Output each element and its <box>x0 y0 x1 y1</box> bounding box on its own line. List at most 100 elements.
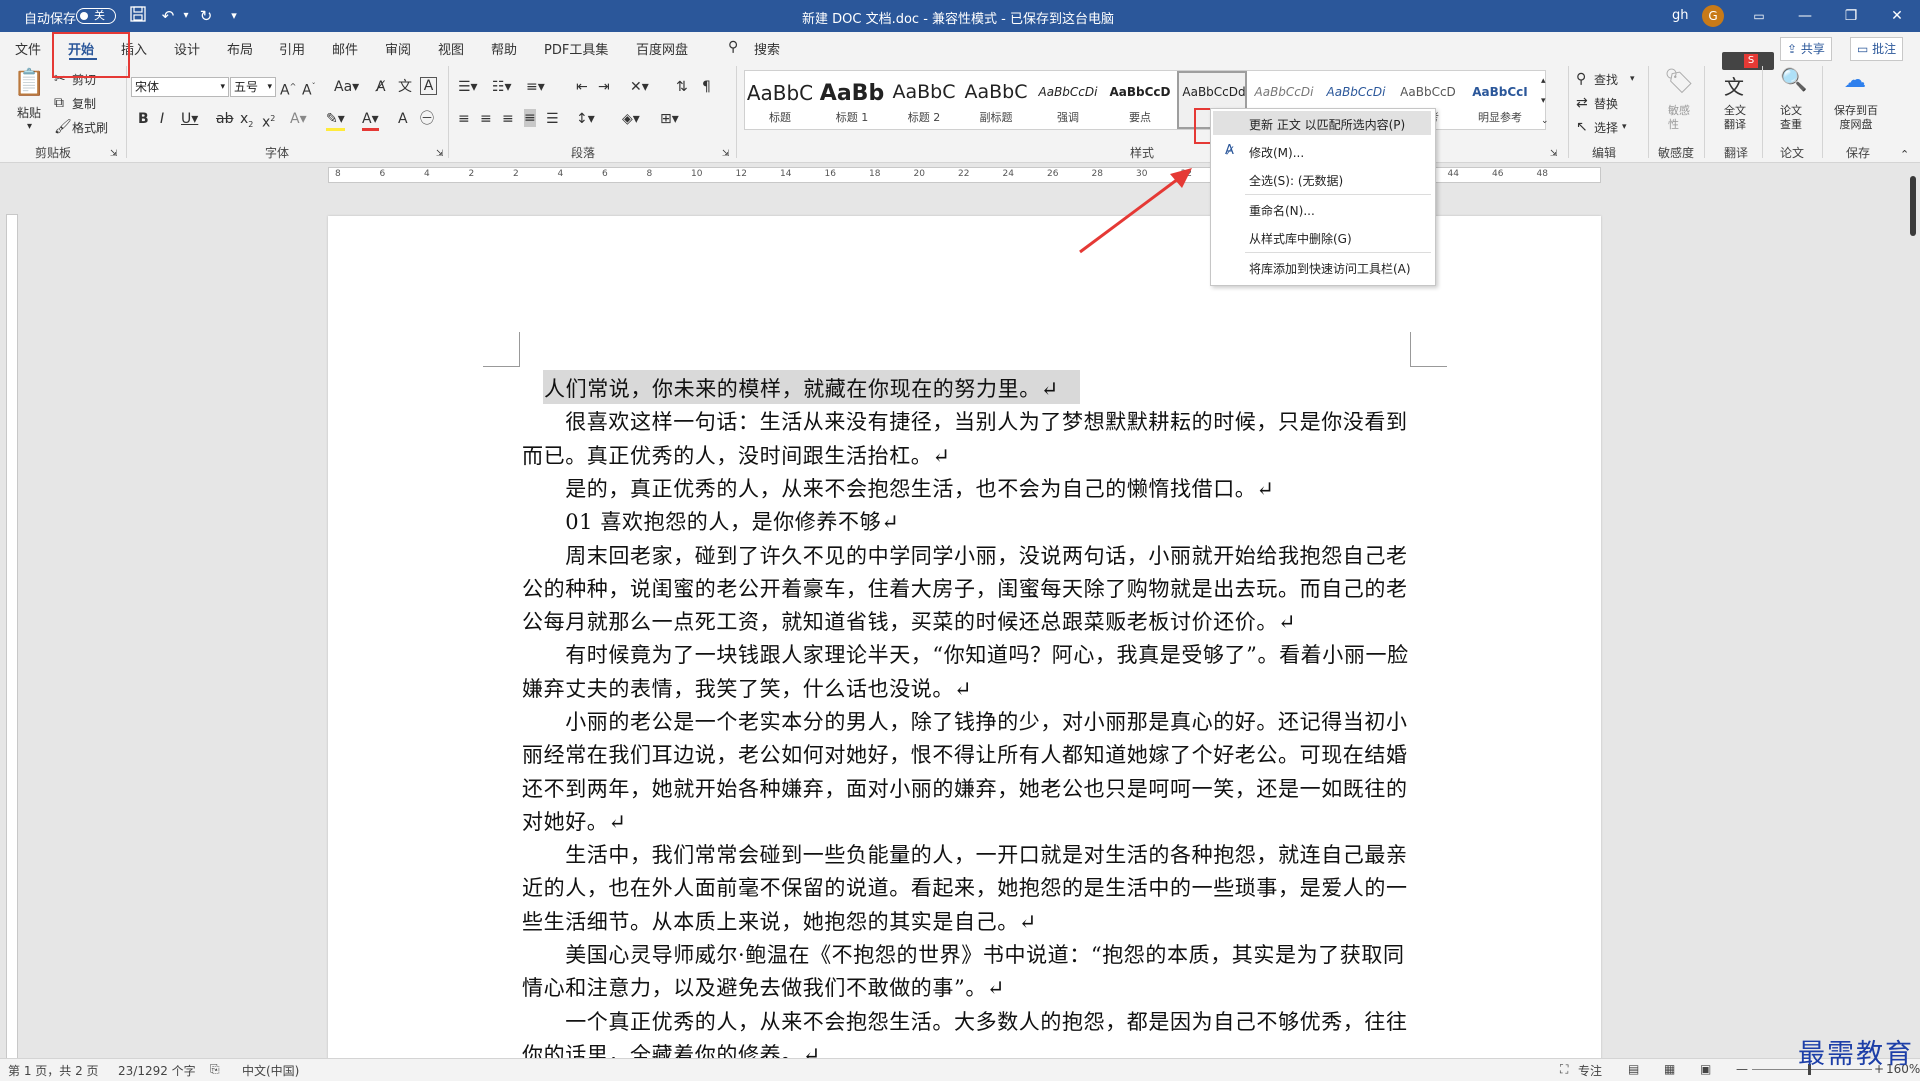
increase-indent-icon[interactable]: ⇥ <box>598 78 610 96</box>
find-button[interactable]: 查找 <box>1594 71 1618 88</box>
baidu-cloud-icon[interactable]: ☁ <box>1844 70 1866 92</box>
tab-view[interactable]: 视图 <box>438 39 464 58</box>
style-title[interactable]: AaBbC 标题 <box>745 71 815 129</box>
format-painter-icon[interactable]: 🖌 <box>54 118 72 136</box>
menu-item-modify[interactable]: 修改(M)... <box>1249 144 1304 161</box>
gallery-up-icon[interactable]: ▴ <box>1541 72 1546 90</box>
tab-review[interactable]: 审阅 <box>385 39 411 58</box>
highlight-icon[interactable]: ✎▾ <box>326 110 345 131</box>
replace-button[interactable]: 替换 <box>1594 95 1618 112</box>
vertical-ruler[interactable] <box>6 214 18 1064</box>
align-left-icon[interactable]: ≡ <box>458 110 470 128</box>
find-dropdown-icon[interactable]: ▾ <box>1630 70 1635 88</box>
save-icon[interactable] <box>128 6 148 26</box>
font-size-select[interactable]: 五号 ▾ <box>230 77 276 97</box>
copy-icon[interactable]: ⧉ <box>54 94 64 112</box>
paragraph-launcher-icon[interactable]: ⇲ <box>722 145 730 163</box>
font-color-icon[interactable]: A▾ <box>362 110 379 131</box>
print-layout-icon[interactable]: ▦ <box>1664 1062 1675 1076</box>
proofing-icon[interactable]: ⎘ <box>210 1062 220 1077</box>
minimize-icon[interactable]: — <box>1782 0 1828 32</box>
find-icon[interactable]: ⚲ <box>1576 70 1586 88</box>
bold-icon[interactable]: B <box>138 110 149 128</box>
search-label[interactable]: 搜索 <box>754 39 780 58</box>
document-paragraph[interactable]: 小丽的老公是一个老实本分的男人，除了钱挣的少，对小丽那是真心的好。还记得当初小丽… <box>522 706 1410 839</box>
tab-design[interactable]: 设计 <box>174 39 200 58</box>
document-paragraph[interactable]: 01 喜欢抱怨的人，是你修养不够↵ <box>522 506 1410 539</box>
paper-check-button[interactable]: 论文查重 <box>1780 104 1808 132</box>
close-icon[interactable]: ✕ <box>1874 0 1920 32</box>
undo-icon[interactable]: ↶ <box>158 6 178 26</box>
undo-dropdown-icon[interactable]: ▾ <box>176 6 196 26</box>
paste-dropdown-icon[interactable]: ▾ <box>27 118 32 136</box>
clipboard-launcher-icon[interactable]: ⇲ <box>110 145 118 163</box>
autosave-toggle[interactable]: 关 <box>76 8 116 24</box>
text-effects-icon[interactable]: A▾ <box>290 110 307 128</box>
read-mode-icon[interactable]: ▤ <box>1628 1062 1639 1076</box>
save-baidu-button[interactable]: 保存到百度网盘 <box>1834 104 1878 132</box>
styles-launcher-icon[interactable]: ⇲ <box>1550 145 1558 163</box>
document-paragraph[interactable]: 生活中，我们常常会碰到一些负能量的人，一开口就是对生活的各种抱怨，就连自己最亲近… <box>522 839 1410 939</box>
language-indicator[interactable]: 中文(中国) <box>242 1062 299 1079</box>
font-name-select[interactable]: 宋体 ▾ <box>131 77 229 97</box>
zoom-out-icon[interactable]: — <box>1736 1062 1748 1076</box>
focus-mode[interactable]: 专注 <box>1578 1062 1602 1079</box>
style-emphasis[interactable]: AaBbCcDi 强调 <box>1033 71 1103 129</box>
comments-button[interactable]: ▭ 批注 <box>1850 37 1904 61</box>
decrease-indent-icon[interactable]: ⇤ <box>576 78 588 96</box>
sensitivity-icon[interactable]: 🏷 <box>1664 69 1694 93</box>
tab-references[interactable]: 引用 <box>279 39 305 58</box>
enclose-char-icon[interactable]: ㊀ <box>420 110 434 128</box>
document-paragraph[interactable]: 是的，真正优秀的人，从来不会抱怨生活，也不会为自己的懒惰找借口。↵ <box>522 473 1410 506</box>
style-subtitle[interactable]: AaBbC 副标题 <box>961 71 1031 129</box>
gallery-down-icon[interactable]: ▾ <box>1541 92 1546 110</box>
shrink-font-icon[interactable]: Aˇ <box>302 78 316 100</box>
selected-paragraph[interactable]: 人们常说，你未来的模样，就藏在你现在的努力里。↵ <box>544 373 1432 406</box>
phonetic-guide-icon[interactable]: 文 <box>398 78 412 96</box>
gallery-more-icon[interactable]: ⌄ <box>1541 112 1549 130</box>
share-button[interactable]: ⇪ 共享 <box>1780 37 1832 61</box>
translate-button[interactable]: 全文翻译 <box>1724 104 1752 132</box>
char-border-icon[interactable]: A <box>420 77 437 95</box>
align-center-icon[interactable]: ≡ <box>480 110 492 128</box>
menu-item-add-to-qat[interactable]: 将库添加到快速访问工具栏(A) <box>1249 260 1411 277</box>
change-case-icon[interactable]: Aa▾ <box>334 78 359 96</box>
scrollbar-thumb[interactable] <box>1910 176 1916 236</box>
menu-item-remove-from-gallery[interactable]: 从样式库中删除(G) <box>1249 230 1352 247</box>
tab-help[interactable]: 帮助 <box>491 39 517 58</box>
replace-icon[interactable]: ⇄ <box>1576 94 1588 112</box>
tab-layout[interactable]: 布局 <box>227 39 253 58</box>
menu-item-update-style[interactable]: 更新 正文 以匹配所选内容(P) <box>1249 116 1405 133</box>
tab-baidu-netdisk[interactable]: 百度网盘 <box>636 39 688 58</box>
document-paragraph[interactable]: 美国心灵导师威尔·鲍温在《不抱怨的世界》书中说道：“抱怨的本质，其实是为了获取同… <box>522 939 1410 1006</box>
clear-format-icon[interactable]: A̸ <box>376 78 386 96</box>
char-shading-icon[interactable]: A <box>398 110 408 128</box>
numbering-icon[interactable]: ☷▾ <box>492 78 512 96</box>
line-spacing-icon[interactable]: ↕▾ <box>576 110 595 128</box>
document-paragraph[interactable]: 有时候竟为了一块钱跟人家理论半天，“你知道吗？阿心，我真是受够了”。看着小丽一脸… <box>522 639 1410 706</box>
translate-widget[interactable]: S <box>1722 52 1774 70</box>
document-paragraph[interactable]: 很喜欢这样一句话：生活从来没有捷径，当别人为了梦想默默耕耘的时候，只是你没看到而… <box>522 406 1410 473</box>
font-launcher-icon[interactable]: ⇲ <box>436 145 444 163</box>
italic-icon[interactable]: I <box>160 110 164 128</box>
menu-item-rename[interactable]: 重命名(N)... <box>1249 202 1315 219</box>
select-dropdown-icon[interactable]: ▾ <box>1622 118 1627 136</box>
vertical-scrollbar[interactable] <box>1906 172 1920 1062</box>
format-painter-button[interactable]: 格式刷 <box>72 119 108 136</box>
avatar[interactable]: G <box>1702 5 1724 27</box>
user-name[interactable]: gh <box>1672 8 1689 23</box>
multilevel-list-icon[interactable]: ≡▾ <box>526 78 545 96</box>
style-heading2[interactable]: AaBbC 标题 2 <box>889 71 959 129</box>
word-count[interactable]: 23/1292 个字 <box>118 1062 196 1079</box>
shading-icon[interactable]: ◈▾ <box>622 110 640 128</box>
underline-icon[interactable]: U▾ <box>181 110 198 128</box>
page-count[interactable]: 第 1 页，共 2 页 <box>8 1062 99 1079</box>
style-strong[interactable]: AaBbCcD 要点 <box>1105 71 1175 129</box>
web-layout-icon[interactable]: ▣ <box>1700 1062 1711 1076</box>
strikethrough-icon[interactable]: ab <box>216 110 233 128</box>
show-marks-icon[interactable]: ¶ <box>702 78 711 96</box>
tab-pdf-tools[interactable]: PDF工具集 <box>544 39 608 58</box>
collapse-ribbon-icon[interactable]: ⌃ <box>1900 146 1909 164</box>
select-icon[interactable]: ↖ <box>1576 118 1588 136</box>
redo-icon[interactable]: ↻ <box>196 6 216 26</box>
